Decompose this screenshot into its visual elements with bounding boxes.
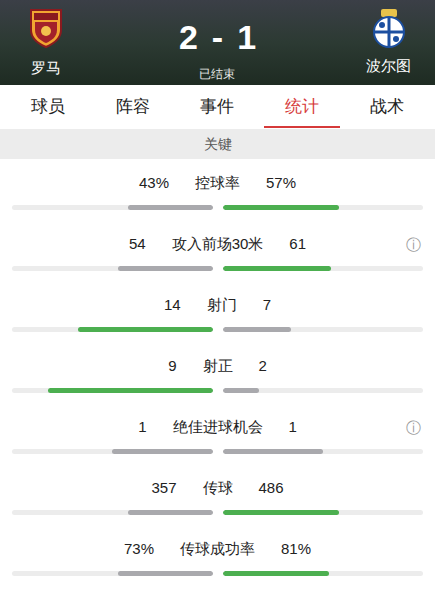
stat-bars	[0, 266, 435, 271]
stat-row: 73% 传球成功率 81%	[0, 525, 435, 586]
home-value: 54	[129, 234, 146, 254]
away-bar-track	[223, 327, 424, 332]
home-value: 73%	[124, 539, 154, 559]
away-bar-fill	[223, 327, 291, 332]
tab-underline	[264, 126, 341, 128]
home-bar-fill	[112, 449, 212, 454]
stat-label: 攻入前场30米	[172, 234, 264, 254]
stat-bars	[0, 571, 435, 576]
match-header: 罗马 2-1 已结束 波尔图	[0, 0, 435, 85]
stat-row: 1 绝佳进球机会 1 ⓘ	[0, 403, 435, 464]
away-value: 7	[263, 295, 271, 315]
tab[interactable]: 球员	[6, 85, 91, 129]
away-value: 57%	[266, 173, 296, 193]
section-header: 关键	[0, 129, 435, 159]
stat-bars	[0, 388, 435, 393]
away-value: 61	[289, 234, 306, 254]
home-bar-track	[12, 388, 213, 393]
home-bar-track	[12, 205, 213, 210]
away-bar-track	[223, 571, 424, 576]
score-block: 2-1 已结束	[179, 8, 256, 82]
away-value: 1	[289, 417, 297, 437]
stat-bars	[0, 510, 435, 515]
tab[interactable]: 战术	[344, 85, 429, 129]
stat-bars	[0, 449, 435, 454]
away-bar-fill	[223, 205, 339, 210]
away-bar-fill	[223, 388, 259, 393]
porto-logo-icon	[370, 8, 408, 48]
stat-row: 14 射门 7	[0, 281, 435, 342]
home-value: 1	[138, 417, 146, 437]
away-bar-fill	[223, 266, 331, 271]
tab-bar: 球员 阵容 事件 统计 战术	[0, 85, 435, 129]
stat-row: 357 传球 486	[0, 464, 435, 525]
score-separator: -	[212, 18, 223, 56]
away-bar-track	[223, 266, 424, 271]
away-value: 2	[259, 356, 267, 376]
home-bar-track	[12, 510, 213, 515]
home-value: 43%	[139, 173, 169, 193]
away-score: 1	[237, 18, 256, 56]
tab-label[interactable]: 球员	[31, 96, 65, 118]
home-bar-fill	[118, 571, 212, 576]
stat-bars	[0, 205, 435, 210]
home-team[interactable]: 罗马	[14, 8, 78, 78]
stat-row: 54 攻入前场30米 61 ⓘ	[0, 220, 435, 281]
stat-label: 传球	[203, 478, 233, 498]
away-bar-fill	[223, 571, 329, 576]
away-team-name: 波尔图	[366, 56, 411, 76]
home-bar-track	[12, 266, 213, 271]
away-bar-fill	[223, 510, 339, 515]
away-bar-fill	[223, 449, 323, 454]
away-value: 486	[259, 478, 284, 498]
info-icon[interactable]: ⓘ	[406, 418, 421, 438]
tab-label[interactable]: 统计	[285, 96, 319, 118]
home-score: 2	[179, 18, 198, 56]
tab[interactable]: 阵容	[91, 85, 176, 129]
stat-values: 73% 传球成功率 81%	[0, 539, 435, 559]
away-bar-track	[223, 449, 424, 454]
away-bar-track	[223, 388, 424, 393]
away-bar-track	[223, 510, 424, 515]
stat-values: 14 射门 7	[0, 295, 435, 315]
stat-label: 传球成功率	[180, 539, 255, 559]
home-value: 14	[164, 295, 181, 315]
info-icon[interactable]: ⓘ	[406, 235, 421, 255]
stat-bars	[0, 327, 435, 332]
section-title: 关键	[204, 135, 232, 153]
home-bar-track	[12, 327, 213, 332]
stat-label: 射正	[203, 356, 233, 376]
stat-values: 43% 控球率 57%	[0, 173, 435, 193]
stat-values: 9 射正 2	[0, 356, 435, 376]
home-bar-fill	[128, 205, 212, 210]
away-team[interactable]: 波尔图	[357, 8, 421, 76]
stat-row: 9 射正 2	[0, 342, 435, 403]
home-team-name: 罗马	[31, 58, 61, 78]
stat-label: 绝佳进球机会	[173, 417, 263, 437]
home-bar-track	[12, 571, 213, 576]
match-status: 已结束	[199, 66, 235, 82]
tab-label[interactable]: 事件	[200, 96, 234, 118]
tab-label[interactable]: 战术	[370, 96, 404, 118]
away-bar-track	[223, 205, 424, 210]
stats-list: 43% 控球率 57% 54 攻入前场30米 61 ⓘ 14 射门 7 9 射正 2 1 绝佳进球机会 1 ⓘ 3…	[0, 159, 435, 586]
stat-label: 射门	[207, 295, 237, 315]
home-bar-fill	[78, 327, 212, 332]
tab[interactable]: 统计	[260, 85, 345, 129]
away-value: 81%	[281, 539, 311, 559]
stat-label: 控球率	[195, 173, 240, 193]
home-bar-fill	[128, 510, 212, 515]
stat-values: 357 传球 486	[0, 478, 435, 498]
home-bar-fill	[118, 266, 212, 271]
home-bar-fill	[48, 388, 212, 393]
stat-row: 43% 控球率 57%	[0, 159, 435, 220]
stat-values: 54 攻入前场30米 61	[0, 234, 435, 254]
home-value: 9	[168, 356, 176, 376]
tab[interactable]: 事件	[175, 85, 260, 129]
home-value: 357	[151, 478, 176, 498]
stat-values: 1 绝佳进球机会 1	[0, 417, 435, 437]
roma-logo-icon	[29, 8, 63, 48]
home-bar-track	[12, 449, 213, 454]
tab-label[interactable]: 阵容	[116, 96, 150, 118]
